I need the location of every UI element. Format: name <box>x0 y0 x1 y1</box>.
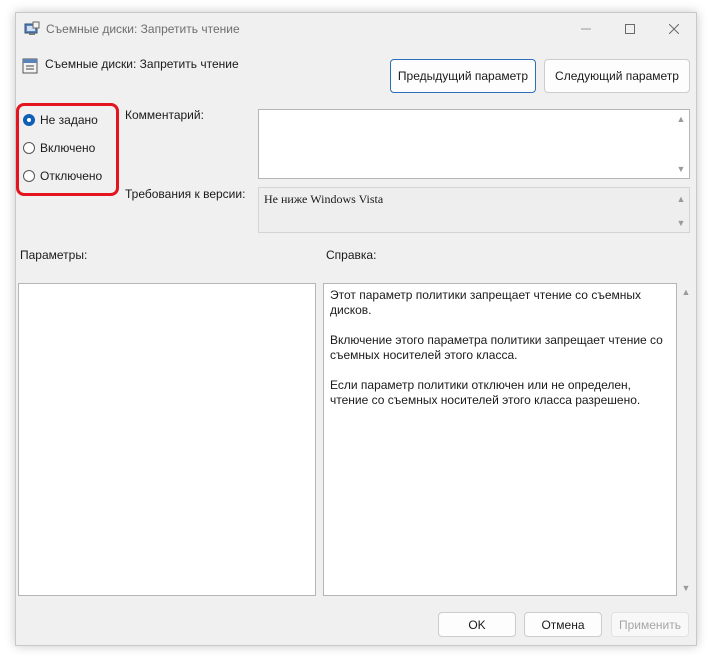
previous-setting-button[interactable]: Предыдущий параметр <box>390 59 536 93</box>
policy-setting-icon <box>22 58 38 74</box>
scroll-down-icon[interactable]: ▼ <box>675 218 687 228</box>
minimize-button <box>564 13 608 45</box>
policy-window-icon <box>24 21 40 35</box>
highlight-outline <box>16 103 119 196</box>
ok-button[interactable]: OK <box>438 612 516 637</box>
supported-on-label: Требования к версии: <box>125 187 246 201</box>
close-button[interactable] <box>652 13 696 45</box>
window-title: Съемные диски: Запретить чтение <box>46 22 240 36</box>
scroll-up-icon[interactable]: ▲ <box>675 194 687 204</box>
next-setting-button[interactable]: Следующий параметр <box>544 59 690 93</box>
cancel-button[interactable]: Отмена <box>524 612 602 637</box>
policy-dialog: Съемные диски: Запретить чтение Съемные … <box>15 12 697 646</box>
maximize-button[interactable] <box>608 13 652 45</box>
close-icon <box>669 24 679 34</box>
scroll-up-icon[interactable]: ▲ <box>675 114 687 124</box>
maximize-icon <box>625 24 635 34</box>
supported-on-value: Не ниже Windows Vista <box>264 192 384 206</box>
supported-on-field: Не ниже Windows Vista ▲ ▼ <box>258 187 690 233</box>
comment-textarea[interactable]: ▲ ▼ <box>258 109 690 179</box>
help-text: Этот параметр политики запрещает чтение … <box>330 288 663 407</box>
help-label: Справка: <box>326 248 377 262</box>
apply-button: Применить <box>611 612 689 637</box>
scroll-down-icon[interactable]: ▼ <box>680 583 692 593</box>
scroll-down-icon[interactable]: ▼ <box>675 164 687 174</box>
options-label: Параметры: <box>20 248 88 262</box>
minimize-icon <box>581 28 591 30</box>
comment-label: Комментарий: <box>125 108 204 122</box>
scroll-up-icon[interactable]: ▲ <box>680 287 692 297</box>
setting-title: Съемные диски: Запретить чтение <box>45 57 239 71</box>
title-bar[interactable]: Съемные диски: Запретить чтение <box>16 13 696 45</box>
options-panel <box>18 283 316 596</box>
help-panel: Этот параметр политики запрещает чтение … <box>323 283 677 596</box>
